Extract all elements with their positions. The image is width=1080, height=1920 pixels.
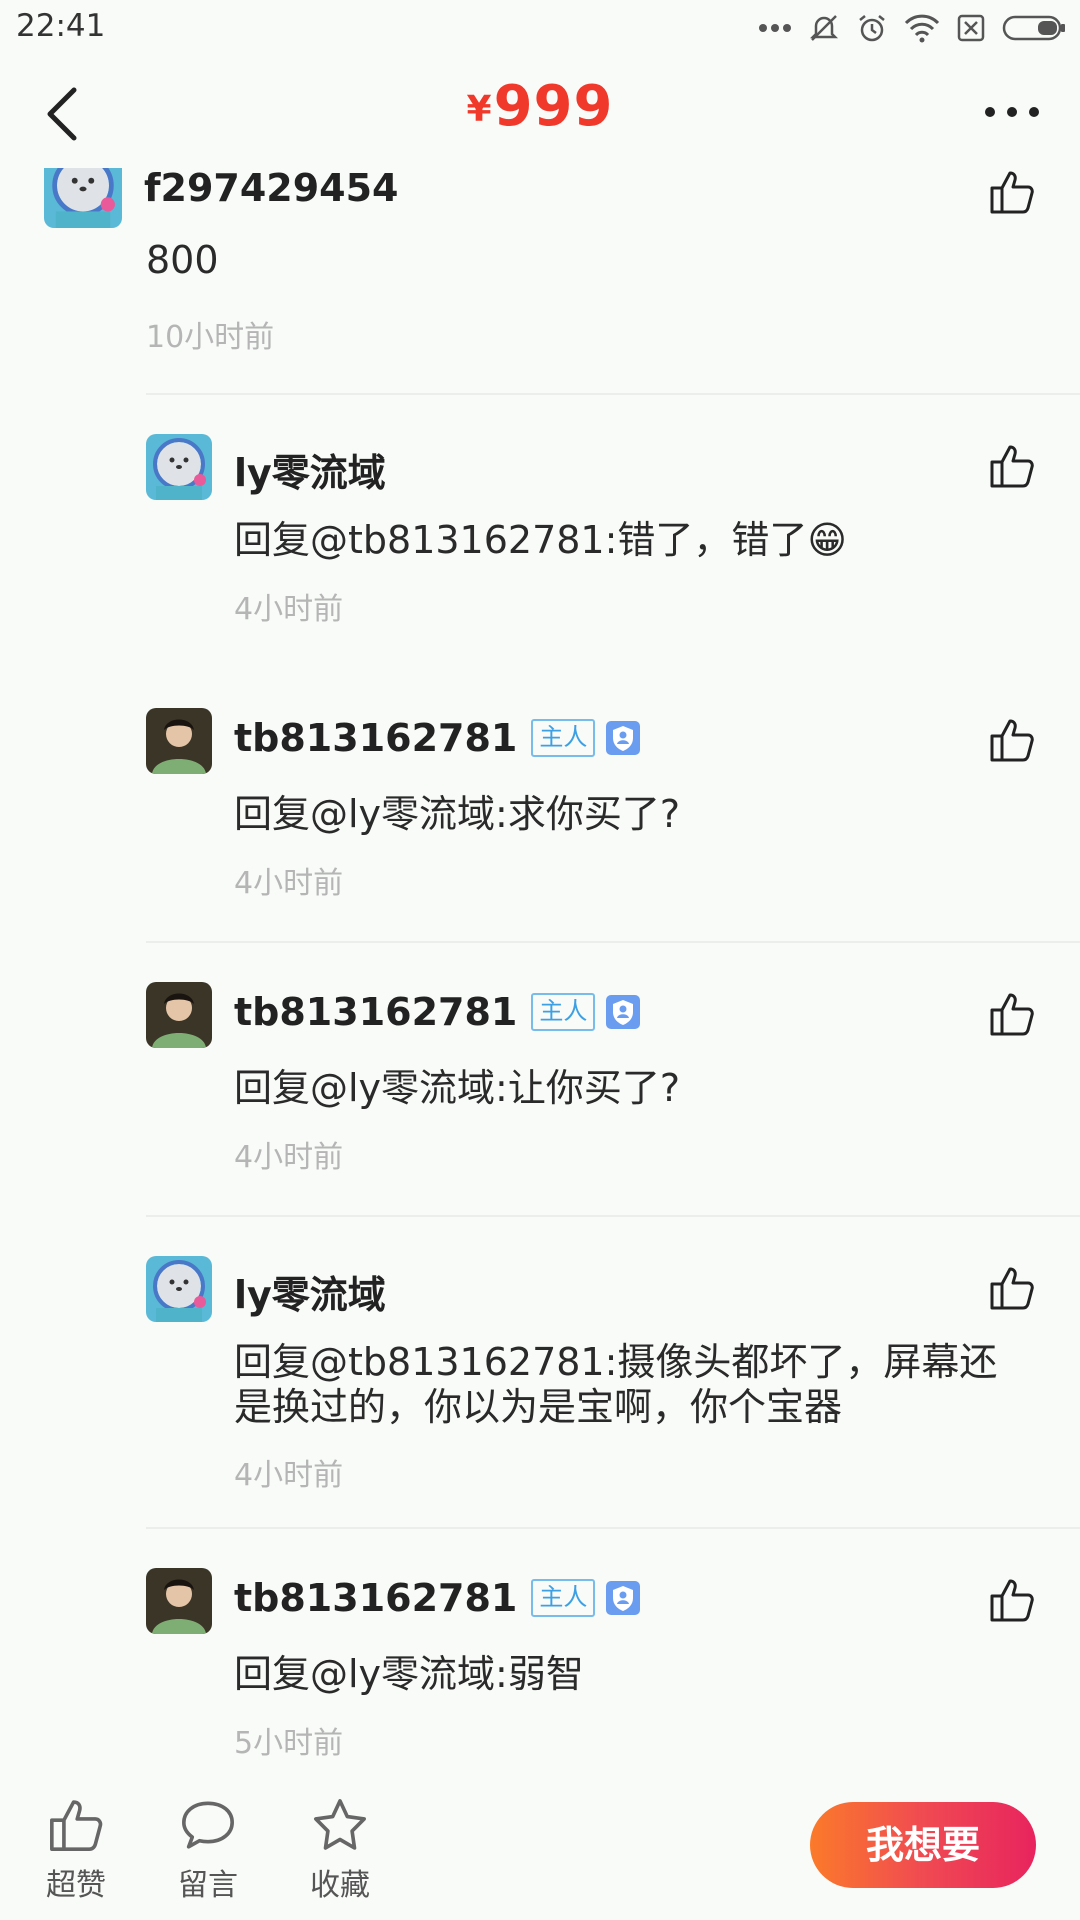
divider (146, 393, 1080, 395)
bottom-action-bar: 超赞 留言 收藏 我想要 (0, 1768, 1080, 1920)
comment-username[interactable]: f297429454 (144, 166, 399, 210)
reply-time: 5小时前 (234, 1726, 344, 1761)
reply-time: 4小时前 (234, 866, 344, 901)
verified-user-icon (606, 721, 641, 755)
boy-avatar-icon (146, 708, 212, 774)
like-button[interactable] (988, 716, 1036, 764)
verified-user-icon (606, 995, 641, 1029)
item-price: ¥999 (0, 74, 1080, 139)
reply-time: 4小时前 (234, 1140, 344, 1175)
like-button[interactable] (988, 1576, 1036, 1624)
chat-bubble-icon (182, 1801, 234, 1849)
status-icons (758, 10, 1066, 46)
star-icon (314, 1799, 366, 1850)
seal-avatar-icon (146, 1256, 212, 1322)
more-icon (985, 107, 1039, 117)
reply-user-row: tb813162781 主人 (234, 716, 641, 760)
want-button[interactable]: 我想要 (810, 1802, 1036, 1888)
thumbs-up-icon (990, 993, 1034, 1036)
divider (146, 1215, 1080, 1217)
battery-icon (1002, 15, 1065, 41)
reply-user-row: tb813162781 主人 (234, 1576, 641, 1620)
reply-user-row: tb813162781 主人 (234, 990, 641, 1034)
divider (146, 941, 1080, 943)
reply-time: 4小时前 (234, 1458, 344, 1493)
reply-time: 4小时前 (234, 592, 344, 627)
thumbs-up-icon (50, 1800, 103, 1851)
owner-badge: 主人 (531, 993, 596, 1031)
favorite-label: 收藏 (310, 1868, 370, 1903)
more-options-button[interactable] (982, 92, 1042, 132)
reply-text: 回复@ly零流域:弱智 (234, 1652, 584, 1696)
favorite-button[interactable]: 收藏 (290, 1796, 390, 1904)
avatar[interactable] (146, 708, 212, 774)
comment-time: 10小时前 (146, 320, 275, 355)
reply-username[interactable]: tb813162781 (234, 716, 517, 760)
reply-username[interactable]: ly零流域 (234, 1264, 386, 1319)
owner-badge: 主人 (531, 719, 596, 757)
reply-text: 回复@ly零流域:让你买了? (234, 1066, 681, 1110)
leave-message-label: 留言 (178, 1868, 238, 1903)
like-button[interactable] (988, 990, 1036, 1038)
boy-avatar-icon (146, 982, 212, 1048)
boy-avatar-icon (146, 1568, 212, 1634)
reply-username[interactable]: tb813162781 (234, 1576, 517, 1620)
price-amount: 999 (493, 74, 614, 139)
reply-text: 回复@tb813162781:错了，错了😁 (234, 518, 848, 562)
no-sim-icon (957, 14, 985, 42)
verified-user-icon (606, 1581, 641, 1615)
avatar[interactable] (146, 1568, 212, 1634)
avatar[interactable] (146, 982, 212, 1048)
like-button[interactable] (988, 442, 1036, 490)
seal-avatar-icon (146, 434, 212, 500)
like-button[interactable] (988, 1264, 1036, 1312)
thumbs-up-icon (990, 1267, 1034, 1310)
reply-text: 回复@ly零流域:求你买了? (234, 792, 681, 836)
comment-text: 800 (146, 238, 219, 282)
like-button[interactable] (988, 168, 1036, 216)
reply-text: 回复@tb813162781:摄像头都坏了，屏幕还是换过的，你以为是宝啊，你个宝… (234, 1340, 998, 1429)
nav-bar: ¥999 (0, 56, 1080, 168)
status-bar: 22:41 (0, 0, 1080, 56)
reply-username[interactable]: ly零流域 (234, 442, 386, 497)
currency-symbol: ¥ (466, 89, 492, 130)
avatar[interactable] (146, 1256, 212, 1322)
owner-badge: 主人 (531, 1579, 596, 1617)
thumbs-up-icon (990, 1579, 1034, 1622)
status-time: 22:41 (16, 8, 106, 44)
super-like-label: 超赞 (46, 1868, 106, 1903)
reply-username[interactable]: tb813162781 (234, 990, 517, 1034)
wifi-icon (904, 14, 940, 43)
thumbs-up-icon (990, 719, 1034, 762)
super-like-button[interactable]: 超赞 (26, 1796, 126, 1904)
avatar[interactable] (146, 434, 212, 500)
more-notifications-icon (759, 24, 791, 32)
alarm-icon (859, 15, 885, 42)
thumbs-up-icon (990, 445, 1034, 488)
leave-message-button[interactable]: 留言 (158, 1796, 258, 1904)
mute-icon (809, 15, 839, 41)
thumbs-up-icon (990, 171, 1034, 214)
divider (146, 1527, 1080, 1529)
